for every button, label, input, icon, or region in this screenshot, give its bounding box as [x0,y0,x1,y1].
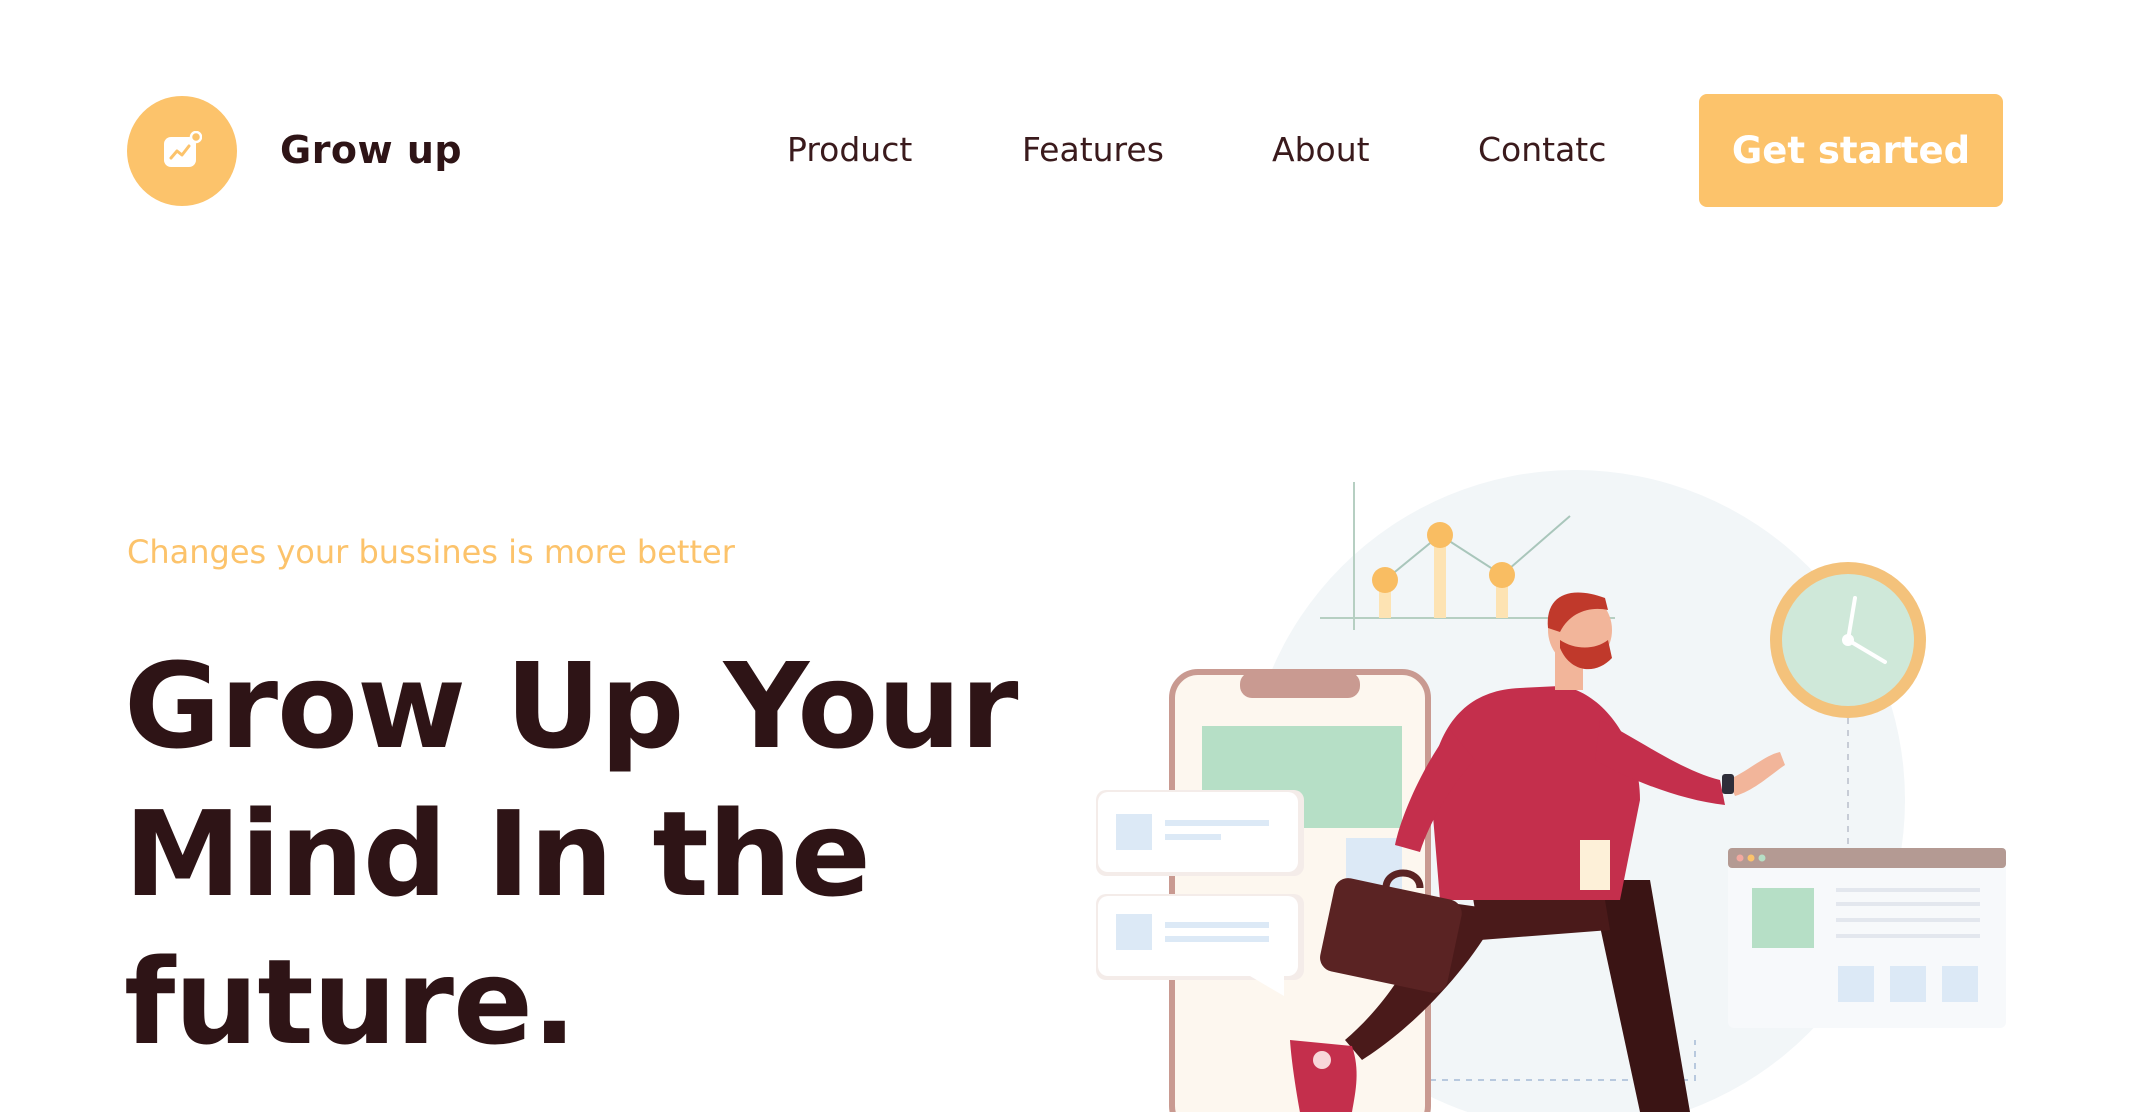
nav-product[interactable]: Product [787,130,912,169]
hero-illustration [1096,470,2006,1112]
browser-window-graphic [1728,848,2006,1028]
get-started-button[interactable]: Get started [1699,94,2003,207]
logo[interactable] [127,96,237,206]
nav-features[interactable]: Features [1022,130,1164,169]
headline-line-1: Grow Up Your [124,637,1018,775]
brand-name[interactable]: Grow up [280,128,462,172]
headline-line-2: Mind In the [124,785,871,923]
nav-contact[interactable]: Contatc [1478,130,1606,169]
hero-headline: Grow Up Your Mind In the future. [124,632,1064,1076]
headline-line-3: future. [124,933,577,1071]
hero-tagline: Changes your bussines is more better [127,533,735,571]
nav-about[interactable]: About [1272,130,1370,169]
chart-app-icon [164,131,202,167]
